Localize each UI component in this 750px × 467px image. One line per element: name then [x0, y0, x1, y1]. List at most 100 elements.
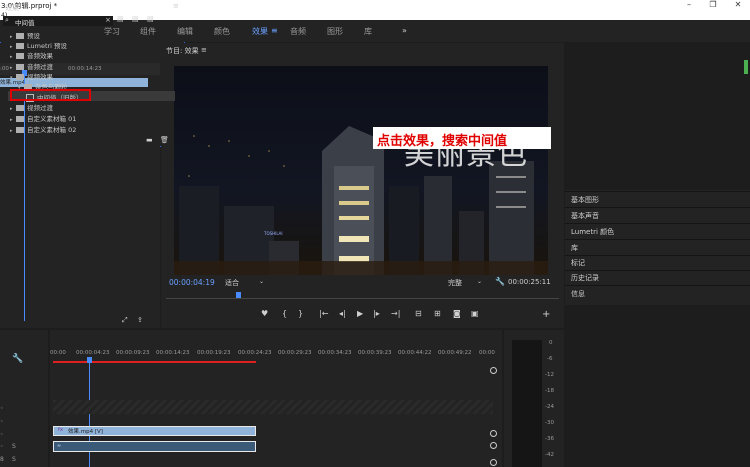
marker-icon[interactable]: ♥ — [261, 309, 268, 318]
more-workspaces-icon[interactable]: » — [402, 26, 407, 35]
yuv-effects-icon[interactable]: ▤ — [147, 15, 154, 23]
panel-essential-graphics[interactable]: 基本图形 — [571, 195, 599, 205]
ruler-tick: 00:00:19:23 — [197, 350, 231, 356]
go-to-out-icon[interactable]: →| — [391, 309, 400, 318]
scroll-handle[interactable] — [490, 459, 497, 466]
scroll-handle[interactable] — [490, 442, 497, 449]
clear-search-icon[interactable]: × — [105, 16, 111, 24]
tree-item-video-transitions[interactable]: ▸ 视频过渡 — [10, 102, 53, 112]
fit-dropdown-chevron-icon[interactable]: ⌄ — [259, 278, 264, 285]
annotation-callout: 点击效果，搜索中间值 — [373, 127, 551, 149]
quality-dropdown-chevron-icon[interactable]: ⌄ — [477, 278, 482, 285]
ruler-tick: 00:00:49:22 — [438, 350, 472, 356]
workspace-menu-icon[interactable]: ≡ — [271, 26, 278, 35]
tree-item-presets[interactable]: ▸ 预设 — [10, 30, 40, 40]
scroll-handle[interactable] — [490, 430, 497, 437]
panel-libraries[interactable]: 库 — [571, 243, 578, 253]
folder-icon — [16, 33, 24, 39]
ruler-tick: 00:00:29:23 — [278, 350, 312, 356]
video-clip[interactable]: fx 效果.mp4 [V] — [53, 426, 256, 436]
tree-item-lumetri-presets[interactable]: ▸ Lumetri 预设 — [10, 40, 67, 50]
scroll-handle[interactable] — [490, 367, 497, 374]
workspace-libraries[interactable]: 库 — [364, 26, 372, 37]
track-toggle-icon[interactable]: ◦ — [0, 431, 4, 438]
track-mute-icon[interactable]: ◦ — [0, 443, 4, 450]
track-label-a2[interactable]: S — [12, 456, 16, 463]
title-bar: 3.0\剪辑.prproj * – ❐ ✕ — [0, 0, 750, 12]
step-back-icon[interactable]: ◂| — [339, 309, 346, 318]
panel-lumetri-color[interactable]: Lumetri 颜色 — [571, 227, 614, 237]
insert-icon[interactable]: ⊟ — [415, 309, 422, 318]
meter-scale-label: -30 — [545, 420, 554, 426]
program-monitor: 节目: 效果 ≡ TOSHILAI 美丽景色 点击效果，搜索中间值 00:00:… — [161, 43, 564, 328]
annotation-text: 点击效果，搜索中间值 — [377, 134, 508, 149]
meter-scale-label: -12 — [545, 372, 554, 378]
settings-wrench-icon[interactable]: 🔧 — [495, 277, 505, 286]
out-point-icon[interactable]: } — [298, 309, 303, 318]
program-scrub-ruler[interactable] — [166, 290, 559, 299]
effects-search-input[interactable]: ⌕ 中间值 × — [3, 16, 113, 27]
restore-icon[interactable]: ❐ — [706, 0, 720, 9]
meter-scale-label: -18 — [545, 388, 554, 394]
ruler-tick: 00:00:24:23 — [238, 350, 272, 356]
program-duration-timecode: 00:00:25:11 — [508, 278, 551, 286]
ruler-tick: 00:00:09:23 — [116, 350, 150, 356]
tree-item-video-effects[interactable]: ▾ 视频效果 — [10, 71, 53, 81]
track-eye-icon[interactable]: ◦ — [0, 418, 4, 425]
program-playhead[interactable] — [236, 292, 241, 298]
program-current-timecode[interactable]: 00:00:04:19 — [169, 278, 215, 287]
folder-icon — [16, 116, 24, 122]
workspace-assembly[interactable]: 组件 — [140, 26, 156, 37]
effects-scrollbar[interactable] — [744, 60, 748, 74]
export-icon[interactable]: ⇪ — [137, 316, 143, 324]
wrench-icon[interactable]: 🔧 — [12, 354, 23, 364]
workspace-editing[interactable]: 编辑 — [177, 26, 193, 37]
video-frame: TOSHILAI 美丽景色 — [174, 66, 548, 275]
audio-clip[interactable]: ≈ — [53, 441, 256, 452]
play-icon[interactable]: ▶ — [357, 309, 363, 318]
minimize-icon[interactable]: – — [682, 0, 696, 9]
folder-icon — [16, 43, 24, 49]
workspace-effects[interactable]: 效果 — [252, 26, 268, 37]
tree-item-custom-bin-01[interactable]: ▸ 自定义素材箱 01 — [10, 113, 76, 123]
source-ruler-start: :00 — [0, 66, 9, 72]
track-lock-icon[interactable]: ◦ — [0, 405, 4, 412]
track-toggle-icon-2[interactable]: 8 — [0, 456, 4, 463]
fit-dropdown[interactable]: 适合 — [225, 278, 239, 288]
program-menu-icon[interactable]: ≡ — [201, 46, 207, 54]
workspace-graphics[interactable]: 图形 — [327, 26, 343, 37]
go-to-in-icon[interactable]: |← — [319, 309, 328, 318]
panel-markers[interactable]: 标记 — [571, 258, 585, 268]
overwrite-icon[interactable]: ⊞ — [434, 309, 441, 318]
track-label-a1[interactable]: S — [12, 443, 16, 450]
compare-icon[interactable]: ▣ — [471, 309, 479, 318]
meter-scale-label: -42 — [545, 452, 554, 458]
add-icon[interactable]: + — [542, 309, 550, 320]
tree-item-custom-bin-02[interactable]: ▸ 自定义素材箱 02 — [10, 124, 76, 134]
render-bar — [53, 361, 256, 363]
ruler-tick: 00:00:34:23 — [318, 350, 352, 356]
tree-item-audio-effects[interactable]: ▸ 音频效果 — [10, 50, 53, 60]
tree-item-audio-transitions[interactable]: ▸ 音频过渡 — [10, 61, 53, 71]
export-frame-icon[interactable]: ◙ — [453, 309, 461, 318]
accelerated-effects-icon[interactable]: ▤ — [117, 15, 124, 23]
new-bin-icon[interactable]: ▬ — [146, 136, 153, 144]
32bit-effects-icon[interactable]: ▤ — [132, 15, 139, 23]
ruler-tick: 00:00:39:23 — [358, 350, 392, 356]
workspace-color[interactable]: 颜色 — [214, 26, 230, 37]
delete-icon[interactable]: 🗑 — [160, 136, 169, 144]
empty-track — [53, 400, 493, 414]
quality-dropdown[interactable]: 完整 — [448, 278, 462, 288]
effects-panel-menu-icon[interactable]: ≡ — [173, 2, 179, 10]
audio-meter-panel: 0 -6 -12 -18 -24 -30 -36 -42 — [504, 330, 564, 467]
panel-essential-sound[interactable]: 基本声音 — [571, 211, 599, 221]
panel-history[interactable]: 历史记录 — [571, 273, 599, 283]
close-icon[interactable]: ✕ — [731, 0, 745, 9]
workspace-audio[interactable]: 音频 — [290, 26, 306, 37]
audio-meter-bar — [512, 340, 542, 467]
panel-info[interactable]: 信息 — [571, 289, 585, 299]
step-forward-icon[interactable]: |▸ — [373, 309, 380, 318]
in-point-icon[interactable]: { — [282, 309, 287, 318]
workspace-learn[interactable]: 学习 — [104, 26, 120, 37]
wrench-icon[interactable]: ⤢ — [122, 316, 128, 325]
